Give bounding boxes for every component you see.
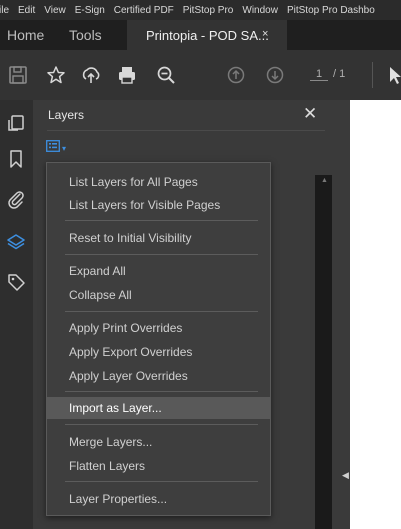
menu-certified-pdf[interactable]: Certified PDF [114, 5, 174, 16]
panel-divider [47, 130, 325, 131]
tab-tools[interactable]: Tools [69, 27, 102, 43]
chevron-down-icon: ▾ [62, 143, 67, 153]
menu-item-list-visible-pages[interactable]: List Layers for Visible Pages [47, 194, 270, 216]
tab-bar: Home Tools Printopia - POD SA... × [0, 20, 401, 50]
page-total: / 1 [333, 68, 346, 80]
toolbar-divider [372, 62, 373, 88]
menu-item-list-all-pages[interactable]: List Layers for All Pages [47, 171, 270, 193]
layers-scroll-track[interactable] [315, 175, 332, 529]
options-list-icon [46, 139, 60, 157]
collapse-panel-icon[interactable]: ◀ [342, 470, 349, 481]
menu-window[interactable]: Window [242, 5, 278, 16]
menu-item-apply-export-overrides[interactable]: Apply Export Overrides [47, 341, 270, 363]
save-icon[interactable] [7, 64, 29, 86]
menu-separator [65, 311, 258, 312]
select-cursor-icon[interactable] [385, 64, 401, 86]
menu-item-apply-print-overrides[interactable]: Apply Print Overrides [47, 317, 270, 339]
bookmark-star-icon[interactable] [45, 64, 67, 86]
menu-item-flatten-layers[interactable]: Flatten Layers [47, 455, 270, 477]
tag-icon[interactable] [6, 272, 26, 292]
close-panel-icon[interactable]: ✕ [303, 104, 317, 124]
tab-document-label: Printopia - POD SA... [146, 28, 269, 43]
menu-item-collapse-all[interactable]: Collapse All [47, 284, 270, 306]
menu-item-merge-layers[interactable]: Merge Layers... [47, 431, 270, 453]
toolbar: 1 / 1 [0, 50, 401, 100]
panel-title: Layers [48, 108, 85, 122]
layers-options-menu: List Layers for All Pages List Layers fo… [46, 162, 271, 516]
document-page-area[interactable] [350, 100, 401, 529]
page-down-icon[interactable] [264, 64, 286, 86]
menu-item-expand-all[interactable]: Expand All [47, 260, 270, 282]
options-button[interactable]: ▾ [46, 140, 76, 156]
bookmark-icon[interactable] [6, 149, 26, 169]
menu-item-apply-layer-overrides[interactable]: Apply Layer Overrides [47, 365, 270, 387]
tab-document[interactable]: Printopia - POD SA... × [127, 20, 287, 50]
menu-separator [65, 254, 258, 255]
menu-pitstop-pro[interactable]: PitStop Pro [183, 5, 234, 16]
menu-separator [65, 481, 258, 482]
menu-item-import-as-layer[interactable]: Import as Layer... [47, 397, 270, 419]
menu-bar: ile Edit View E-Sign Certified PDF PitSt… [0, 0, 401, 20]
scroll-up-icon[interactable]: ▲ [321, 177, 328, 184]
menu-view[interactable]: View [44, 5, 66, 16]
share-upload-icon[interactable] [80, 64, 102, 86]
zoom-out-icon[interactable] [155, 64, 177, 86]
menu-separator [65, 424, 258, 425]
tab-home[interactable]: Home [7, 27, 44, 43]
menu-item-reset-visibility[interactable]: Reset to Initial Visibility [47, 227, 270, 249]
page-up-icon[interactable] [225, 64, 247, 86]
menu-edit[interactable]: Edit [18, 5, 35, 16]
left-navigation-rail [0, 100, 33, 529]
page-number-input[interactable]: 1 [310, 68, 328, 81]
menu-pitstop-dashboard[interactable]: PitStop Pro Dashbo [287, 5, 375, 16]
menu-file[interactable]: ile [0, 5, 9, 16]
menu-item-layer-properties[interactable]: Layer Properties... [47, 488, 270, 510]
print-icon[interactable] [116, 64, 138, 86]
copy-pages-icon[interactable] [6, 113, 26, 133]
layers-icon[interactable] [6, 232, 26, 252]
close-tab-icon[interactable]: × [262, 28, 268, 40]
menu-separator [65, 391, 258, 392]
attachment-icon[interactable] [6, 189, 26, 209]
menu-esign[interactable]: E-Sign [75, 5, 105, 16]
menu-separator [65, 220, 258, 221]
